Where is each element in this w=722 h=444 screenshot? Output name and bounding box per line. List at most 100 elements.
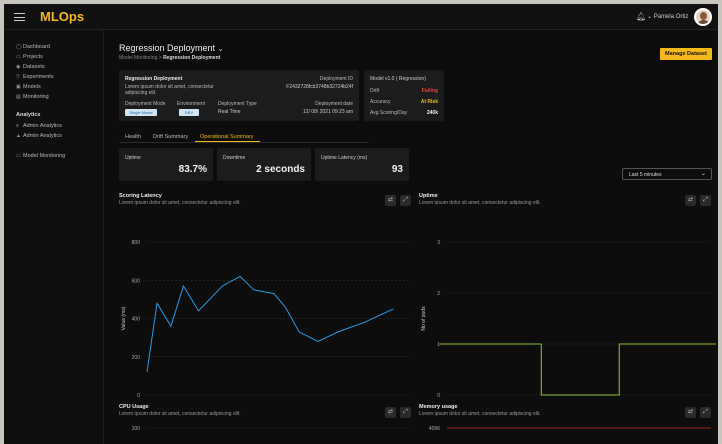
analytics-heading: Analytics — [16, 112, 41, 118]
time-range-select[interactable]: Last 5 minutes ⌄ — [622, 168, 712, 180]
y-tick-label: 1 — [437, 342, 440, 348]
chevron-down-icon: ⌄ — [217, 46, 224, 53]
monitor-icon: ▤ — [16, 94, 21, 100]
avg-scoring-label: Avg Scoring/Day — [370, 110, 408, 116]
app-window: MLOps 🔔︎ ⌄ Pamela Ortiz ◯Dashboard ▭ Proj… — [4, 4, 718, 444]
tab-drift-summary[interactable]: Drift Summary — [153, 134, 188, 140]
environment-label: Environment — [177, 101, 206, 107]
downtime-metric-card: Downtime 2 seconds — [217, 148, 311, 181]
y-tick-label: 4096 — [429, 426, 440, 432]
memory-chart-title: Memory usage — [419, 404, 458, 410]
downtime-value: 2 seconds — [256, 164, 305, 175]
chart-icon: ▲ — [16, 133, 21, 139]
y-tick-label: 0 — [137, 393, 140, 399]
cpu-chart-subtitle: Lorem ipsum dolor sit amet, consectetur … — [119, 411, 241, 417]
database-icon: ◉ — [16, 64, 21, 70]
expand-icon[interactable]: ⤢ — [700, 195, 711, 206]
latency-value: 93 — [391, 164, 403, 175]
latency-metric-card: Uptime Latency (ms) 93 — [315, 148, 409, 181]
drift-status: Failing — [421, 88, 438, 94]
main-content: Regression Deployment ⌄ Model Monitoring… — [104, 30, 718, 444]
expand-icon[interactable]: ⤢ — [400, 407, 411, 418]
scoring-latency-title: Scoring Latency — [119, 193, 162, 199]
manage-dataset-button[interactable]: Manage Dataset — [660, 48, 712, 60]
uptime-label: Uptime — [125, 155, 141, 161]
latency-label: Uptime Latency (ms) — [321, 155, 368, 161]
bell-icon[interactable]: 🔔︎ — [636, 12, 646, 21]
drift-label: Drift — [370, 88, 380, 94]
accuracy-label: Accuracy — [370, 99, 391, 105]
tab-operational-summary[interactable]: Operational Summary — [200, 134, 254, 140]
deployment-date-value: 12/ 08/ 2021 09:23 am — [302, 109, 353, 115]
deployment-id-value: F2432728fcb3748b32724b24f — [286, 84, 353, 90]
y-tick-label: 2 — [437, 291, 440, 297]
sidebar-item-monitoring[interactable]: ▤ Monitoring — [16, 94, 49, 100]
app-logo[interactable]: MLOps — [40, 9, 84, 24]
sidebar-item-admin-analytics-1[interactable]: ≡ Admin Analytics — [16, 123, 62, 129]
y-tick-label: 400 — [132, 317, 141, 323]
y-tick-label: 800 — [132, 240, 141, 246]
memory-chart: 4096 — [429, 426, 711, 432]
user-name: Pamela Ortiz — [653, 14, 689, 20]
top-bar: MLOps 🔔︎ ⌄ Pamela Ortiz — [4, 4, 718, 30]
y-tick-label: 100 — [132, 426, 141, 432]
model-icon: ▣ — [16, 84, 21, 90]
y-axis-label: Value (ms) — [121, 306, 127, 330]
avatar[interactable] — [694, 8, 712, 26]
model-card: Model v1.0 ( Regression) Drift Failing A… — [364, 70, 444, 121]
sidebar-item-dashboard[interactable]: ◯Dashboard — [16, 44, 50, 50]
sidebar-item-projects[interactable]: ▭ Projects — [16, 54, 43, 60]
tab-health[interactable]: Health — [125, 134, 141, 140]
deployment-type-value: Real Time — [218, 109, 241, 115]
sidebar: ◯Dashboard ▭ Projects ◉ Datasets ▽ Experime… — [4, 30, 104, 444]
y-axis-label: No of pods — [421, 306, 427, 331]
cpu-chart: 100 — [132, 426, 411, 432]
breadcrumb-current: Regression Deployment — [163, 55, 221, 61]
deployment-mode-label: Deployment Mode — [125, 101, 166, 107]
share-icon[interactable]: ⇄ — [685, 407, 696, 418]
tabs-divider — [119, 142, 369, 143]
breadcrumb-parent[interactable]: Model Monitoring — [119, 55, 157, 61]
dashboard-icon: ◯ — [16, 44, 22, 50]
sidebar-item-admin-analytics-2[interactable]: ▲ Admin Analytics — [16, 133, 62, 139]
sidebar-item-experiments[interactable]: ▽ Experiments — [16, 74, 54, 80]
downtime-label: Downtime — [223, 155, 246, 161]
share-icon[interactable]: ⇄ — [685, 195, 696, 206]
uptime-chart-title: Uptime — [419, 193, 438, 199]
chevron-down-icon: ⌄ — [700, 171, 706, 177]
expand-icon[interactable]: ⤢ — [400, 195, 411, 206]
scoring-latency-subtitle: Lorem ipsum dolor sit amet, consectetur … — [119, 200, 241, 206]
model-title: Model v1.0 ( Regression) — [370, 76, 426, 82]
series-line — [146, 275, 394, 373]
deployment-card: Regression Deployment Lorem ipsum dolor … — [119, 70, 359, 121]
time-range-value: Last 5 minutes — [629, 172, 662, 178]
uptime-value: 83.7% — [178, 164, 207, 175]
scoring-latency-chart: 020040060080017:1417:1517:1617:1717:1817… — [121, 240, 411, 399]
user-menu[interactable]: ⌄ Pamela Ortiz — [647, 13, 688, 20]
folder-icon: ▭ — [16, 54, 21, 60]
monitor-icon: ▭ — [16, 153, 21, 159]
menu-icon[interactable] — [14, 13, 25, 21]
sidebar-item-model-monitoring[interactable]: ▭ Model Monitoring — [16, 153, 65, 159]
uptime-chart-subtitle: Lorem ipsum dolor sit amet, consectetur … — [419, 200, 541, 206]
cpu-chart-title: CPU Usage — [119, 404, 149, 410]
uptime-chart: 012317:1417:1517:1617:1717:1817:1917:201… — [421, 240, 716, 399]
deployment-description: Lorem ipsum dolor sit amet, consectetur … — [125, 84, 214, 96]
filter-icon: ▽ — [16, 74, 20, 80]
deployment-type-label: Deployment Type — [218, 101, 257, 107]
deployment-date-label: Deployment date — [315, 101, 353, 107]
y-tick-label: 0 — [437, 393, 440, 399]
series-line — [439, 343, 716, 396]
y-tick-label: 200 — [132, 355, 141, 361]
expand-icon[interactable]: ⤢ — [700, 407, 711, 418]
y-tick-label: 600 — [132, 278, 141, 284]
avg-scoring-value: 240k — [426, 110, 438, 116]
share-icon[interactable]: ⇄ — [385, 195, 396, 206]
share-icon[interactable]: ⇄ — [385, 407, 396, 418]
page-title[interactable]: Regression Deployment ⌄ — [119, 43, 223, 53]
deployment-name: Regression Deployment — [125, 76, 183, 82]
y-tick-label: 3 — [437, 240, 440, 246]
sidebar-item-models[interactable]: ▣ Models — [16, 84, 41, 90]
sidebar-item-datasets[interactable]: ◉ Datasets — [16, 64, 45, 70]
chevron-down-icon: ⌄ — [647, 14, 653, 20]
